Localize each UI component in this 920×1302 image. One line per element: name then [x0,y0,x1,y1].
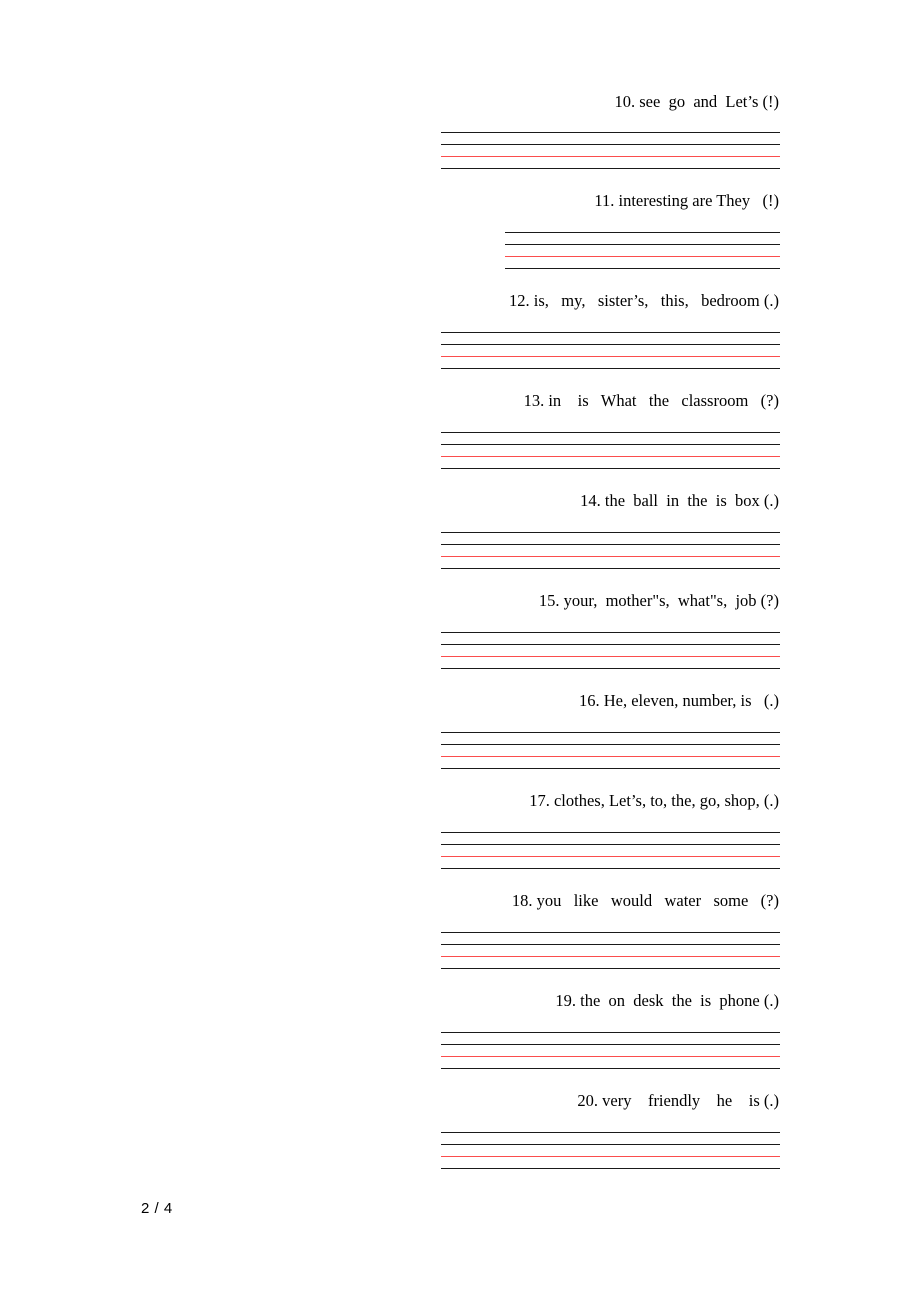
exercise-item: 17. clothes, Let’s, to, the, go, shop, (… [140,791,780,869]
rule-gap [441,533,780,544]
rule-gap [441,433,780,444]
answer-rule-group[interactable] [441,332,780,369]
exercise-item: 11. interesting are They (!) [140,191,780,269]
rule-gap [441,457,780,468]
exercise-item: 10. see go and Let’s (!) [140,92,780,169]
rule-gap [441,1045,780,1056]
answer-rule-group[interactable] [441,532,780,569]
rule-gap [441,545,780,556]
exercise-list: 10. see go and Let’s (!) 11. interesting … [140,92,780,1191]
answer-rule-group[interactable] [441,732,780,769]
exercise-prompt: 20. very friendly he is (.) [577,1091,779,1110]
exercise-prompt: 14. the ball in the is box (.) [580,491,779,510]
exercise-prompt: 13. in is What the classroom (?) [523,391,779,410]
rule-line-black [441,768,780,769]
rule-line-black [505,268,780,269]
rule-line-black [441,968,780,969]
exercise-prompt: 10. see go and Let’s (!) [614,92,780,111]
rule-gap [441,133,780,144]
answer-rule-group[interactable] [441,832,780,869]
rule-line-black [441,668,780,669]
rule-gap [441,845,780,856]
answer-rule-group[interactable] [441,1132,780,1169]
rule-gap [441,933,780,944]
exercise-prompt: 18. you like would water some (?) [511,891,779,910]
rule-line-black [441,868,780,869]
exercise-item: 18. you like would water some (?) [140,891,780,969]
answer-rule-group[interactable] [441,1032,780,1069]
answer-rule-group[interactable] [505,232,780,269]
rule-gap [441,345,780,356]
rule-gap [441,733,780,744]
exercise-item: 13. in is What the classroom (?) [140,391,780,469]
rule-gap [441,857,780,868]
exercise-prompt: 11. interesting are They (!) [594,191,779,210]
exercise-prompt: 16. He, eleven, number, is (.) [578,691,779,710]
exercise-item: 14. the ball in the is box (.) [140,491,780,569]
rule-gap [441,1033,780,1044]
rule-gap [505,233,780,244]
exercise-item: 12. is, my, sister’s, this, bedroom (.) [140,291,780,369]
exercise-prompt: 15. your, mother"s, what"s, job (?) [538,591,779,610]
rule-line-black [441,468,780,469]
rule-line-black [441,1168,780,1169]
rule-gap [441,1157,780,1168]
rule-gap [441,945,780,956]
exercise-item: 15. your, mother"s, what"s, job (?) [140,591,780,669]
rule-gap [441,633,780,644]
rule-gap [441,1145,780,1156]
rule-gap [441,745,780,756]
rule-gap [441,757,780,768]
rule-gap [441,657,780,668]
rule-gap [441,1133,780,1144]
answer-rule-group[interactable] [441,932,780,969]
answer-rule-group[interactable] [441,632,780,669]
rule-gap [441,833,780,844]
rule-gap [441,957,780,968]
rule-gap [441,445,780,456]
exercise-item: 20. very friendly he is (.) [140,1091,780,1169]
rule-gap [505,245,780,256]
answer-rule-group[interactable] [441,132,780,169]
rule-line-black [441,568,780,569]
exercise-item: 16. He, eleven, number, is (.) [140,691,780,769]
rule-line-black [441,368,780,369]
page-number: 2 / 4 [141,1200,173,1217]
rule-gap [441,333,780,344]
rule-gap [441,645,780,656]
exercise-prompt: 12. is, my, sister’s, this, bedroom (.) [509,291,779,310]
rule-gap [441,157,780,168]
exercise-prompt: 17. clothes, Let’s, to, the, go, shop, (… [529,791,779,810]
worksheet-page: 10. see go and Let’s (!) 11. interesting … [0,0,920,1302]
rule-gap [441,145,780,156]
rule-gap [441,557,780,568]
exercise-prompt: 19. the on desk the is phone (.) [555,991,779,1010]
exercise-item: 19. the on desk the is phone (.) [140,991,780,1069]
rule-line-black [441,1068,780,1069]
rule-gap [441,357,780,368]
rule-line-black [441,168,780,169]
answer-rule-group[interactable] [441,432,780,469]
rule-gap [441,1057,780,1068]
rule-gap [505,257,780,268]
